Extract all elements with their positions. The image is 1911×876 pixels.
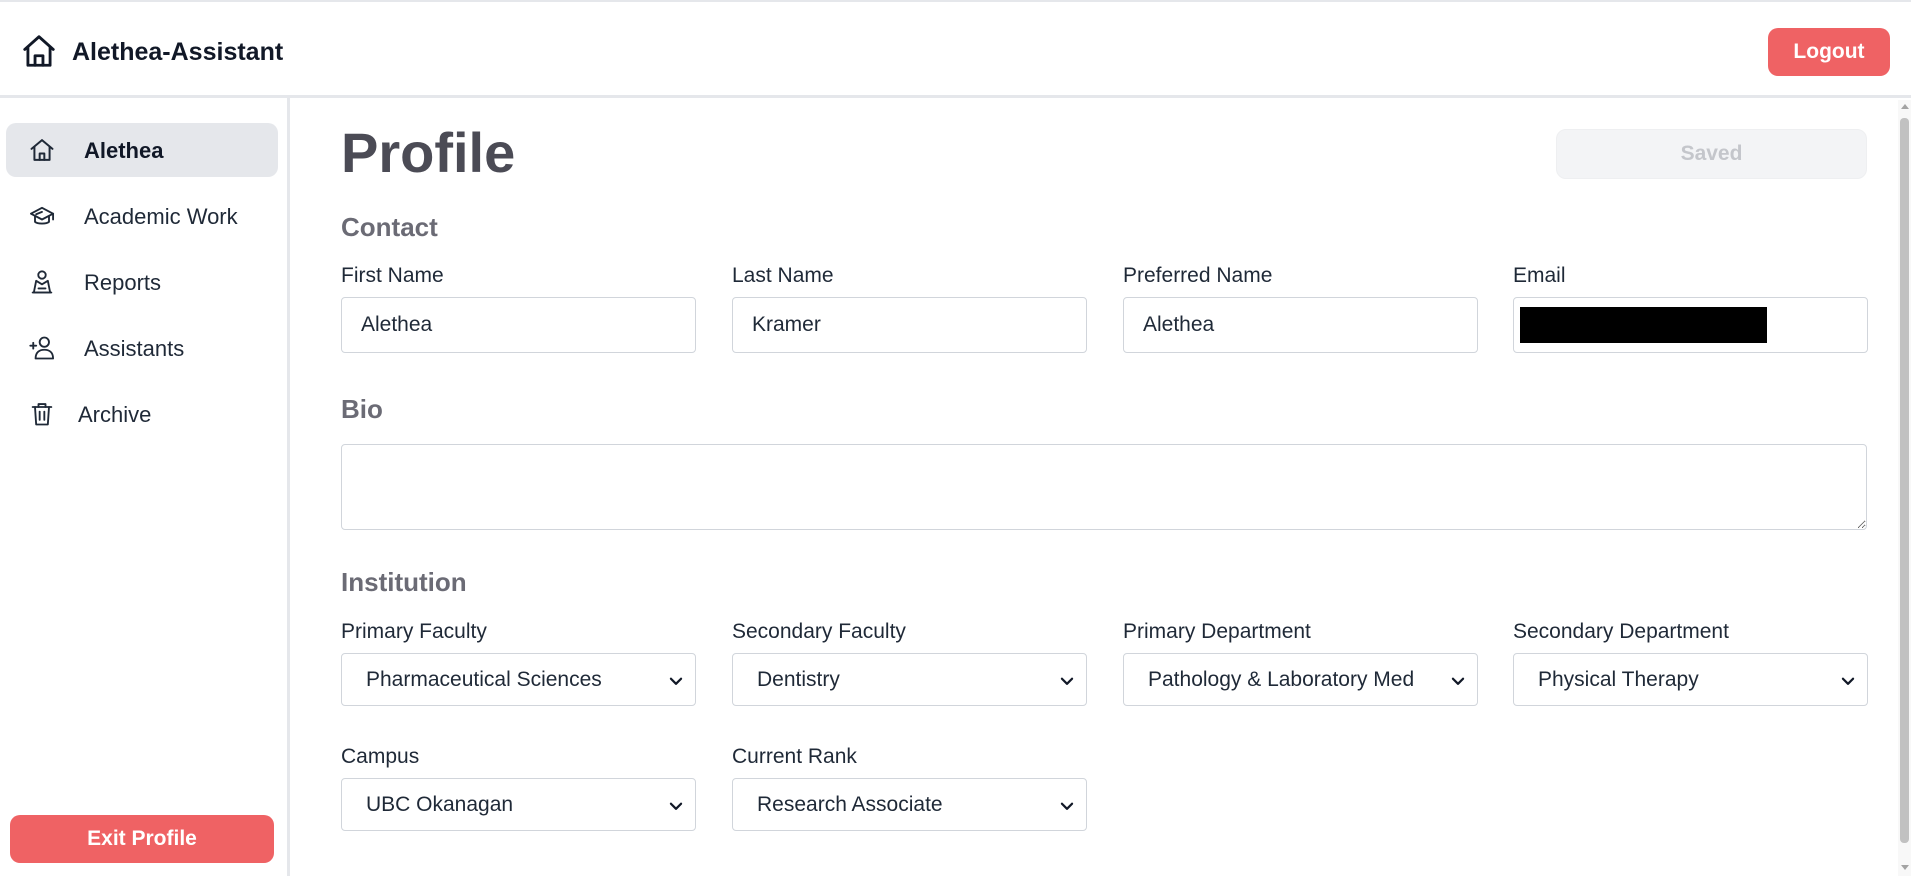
- chevron-down-icon: [669, 802, 683, 810]
- last-name-label: Last Name: [732, 264, 834, 287]
- first-name-field[interactable]: [341, 297, 696, 353]
- primary-faculty-value: Pharmaceutical Sciences: [366, 668, 602, 691]
- current-rank-select[interactable]: Research Associate: [732, 778, 1087, 831]
- primary-department-select[interactable]: Pathology & Laboratory Med: [1123, 653, 1478, 706]
- primary-faculty-label: Primary Faculty: [341, 620, 487, 643]
- add-user-icon: [29, 336, 55, 360]
- home-icon: [30, 139, 54, 161]
- page-title: Profile: [341, 121, 516, 184]
- secondary-faculty-select[interactable]: Dentistry: [732, 653, 1087, 706]
- chevron-down-icon: [1060, 677, 1074, 685]
- first-name-label: First Name: [341, 264, 444, 287]
- sidebar-item-academic-work[interactable]: Academic Work: [6, 189, 278, 243]
- redacted-email: [1520, 307, 1767, 343]
- sidebar-item-label: Alethea: [84, 138, 164, 163]
- bio-textarea[interactable]: [341, 444, 1867, 530]
- secondary-department-label: Secondary Department: [1513, 620, 1729, 643]
- sidebar-item-label: Reports: [84, 270, 162, 295]
- app-title: Alethea-Assistant: [72, 38, 284, 66]
- graduation-cap-icon: [29, 206, 55, 225]
- sidebar-item-reports[interactable]: Reports: [6, 255, 278, 309]
- preferred-name-field[interactable]: [1123, 297, 1478, 353]
- current-rank-label: Current Rank: [732, 745, 857, 768]
- primary-faculty-select[interactable]: Pharmaceutical Sciences: [341, 653, 696, 706]
- scroll-thumb[interactable]: [1900, 118, 1909, 843]
- main-content: Profile Saved Contact First Name Last Na…: [293, 98, 1911, 876]
- scroll-up-arrow[interactable]: [1901, 104, 1909, 109]
- secondary-faculty-value: Dentistry: [757, 668, 840, 691]
- campus-label: Campus: [341, 745, 420, 768]
- report-person-icon: [31, 270, 53, 294]
- contact-heading: Contact: [341, 212, 438, 242]
- top-header: Alethea-Assistant Logout: [0, 0, 1911, 98]
- chevron-down-icon: [669, 677, 683, 685]
- trash-icon: [31, 403, 53, 426]
- chevron-down-icon: [1060, 802, 1074, 810]
- secondary-department-select[interactable]: Physical Therapy: [1513, 653, 1868, 706]
- campus-select[interactable]: UBC Okanagan: [341, 778, 696, 831]
- secondary-department-value: Physical Therapy: [1538, 668, 1699, 691]
- home-icon[interactable]: [20, 32, 58, 70]
- sidebar: Alethea Academic Work Reports Assistants: [0, 98, 290, 876]
- scroll-down-arrow[interactable]: [1901, 865, 1909, 870]
- logout-button[interactable]: Logout: [1768, 28, 1890, 76]
- email-label: Email: [1513, 264, 1566, 287]
- sidebar-item-label: Assistants: [84, 336, 185, 361]
- sidebar-item-assistants[interactable]: Assistants: [6, 321, 278, 375]
- primary-department-value: Pathology & Laboratory Med: [1148, 668, 1415, 691]
- secondary-faculty-label: Secondary Faculty: [732, 620, 906, 643]
- sidebar-item-archive[interactable]: Archive: [6, 387, 278, 441]
- email-field[interactable]: [1513, 297, 1868, 353]
- save-button[interactable]: Saved: [1556, 129, 1867, 179]
- main-scrollbar[interactable]: [1898, 100, 1911, 876]
- exit-profile-button[interactable]: Exit Profile: [10, 815, 274, 863]
- last-name-field[interactable]: [732, 297, 1087, 353]
- primary-department-label: Primary Department: [1123, 620, 1311, 643]
- institution-heading: Institution: [341, 567, 467, 597]
- sidebar-item-label: Academic Work: [84, 204, 238, 229]
- chevron-down-icon: [1451, 677, 1465, 685]
- sidebar-item-alethea[interactable]: Alethea: [6, 123, 278, 177]
- chevron-down-icon: [1841, 677, 1855, 685]
- current-rank-value: Research Associate: [757, 793, 943, 816]
- preferred-name-label: Preferred Name: [1123, 264, 1273, 287]
- bio-heading: Bio: [341, 394, 383, 424]
- campus-value: UBC Okanagan: [366, 793, 514, 816]
- sidebar-item-label: Archive: [78, 402, 152, 427]
